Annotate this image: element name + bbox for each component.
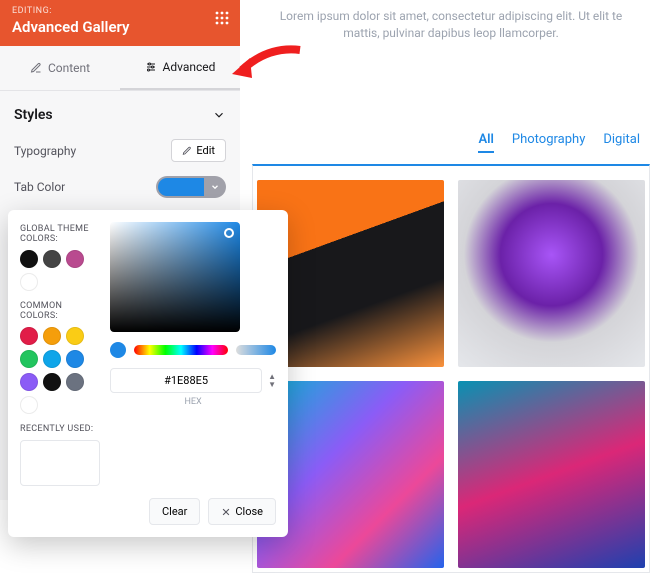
editing-label: EDITING: bbox=[12, 6, 228, 16]
filter-photography[interactable]: Photography bbox=[512, 132, 585, 153]
alpha-slider[interactable] bbox=[236, 345, 276, 355]
color-picker-popover: GLOBAL THEME COLORS: COMMON COLORS: RECE… bbox=[8, 210, 288, 537]
hex-input[interactable] bbox=[110, 368, 262, 393]
color-dot[interactable] bbox=[20, 396, 38, 414]
color-dot[interactable] bbox=[66, 327, 84, 345]
color-dot[interactable] bbox=[43, 250, 61, 268]
common-colors-label: COMMON COLORS: bbox=[20, 301, 100, 321]
tab-color-row: Tab Color bbox=[14, 176, 226, 198]
pencil-icon bbox=[182, 146, 192, 156]
close-label: Close bbox=[235, 505, 263, 518]
module-title: Advanced Gallery bbox=[12, 18, 228, 36]
color-dot[interactable] bbox=[20, 373, 38, 391]
color-dot[interactable] bbox=[43, 373, 61, 391]
sidebar-tabs: Content Advanced bbox=[0, 46, 240, 91]
color-dot[interactable] bbox=[66, 373, 84, 391]
sliders-icon bbox=[145, 61, 157, 73]
tab-advanced[interactable]: Advanced bbox=[120, 46, 240, 90]
styles-section: Styles Typography Edit Tab Color bbox=[0, 91, 240, 228]
chevron-down-icon bbox=[212, 108, 226, 122]
hex-stepper[interactable]: ▲▼ bbox=[268, 373, 276, 389]
module-header: EDITING: Advanced Gallery bbox=[0, 0, 240, 46]
color-dot[interactable] bbox=[66, 250, 84, 268]
global-colors bbox=[20, 250, 100, 291]
filter-all[interactable]: All bbox=[478, 132, 493, 153]
filter-digital[interactable]: Digital bbox=[603, 132, 640, 153]
global-colors-label: GLOBAL THEME COLORS: bbox=[20, 224, 100, 244]
lorem-text: Lorem ipsum dolor sit amet, consectetur … bbox=[252, 0, 650, 50]
clear-button[interactable]: Clear bbox=[149, 498, 200, 525]
tab-color-label: Tab Color bbox=[14, 180, 65, 194]
tab-content[interactable]: Content bbox=[0, 46, 120, 90]
current-color-dot bbox=[110, 342, 126, 358]
typography-edit-button[interactable]: Edit bbox=[171, 139, 226, 162]
saturation-picker[interactable] bbox=[110, 222, 240, 332]
color-dot[interactable] bbox=[20, 273, 38, 291]
styles-title[interactable]: Styles bbox=[14, 107, 226, 123]
close-icon bbox=[221, 507, 231, 517]
tab-content-label: Content bbox=[48, 61, 90, 75]
color-dot[interactable] bbox=[20, 327, 38, 345]
preview-pane: Lorem ipsum dolor sit amet, consectetur … bbox=[240, 0, 662, 500]
clear-label: Clear bbox=[162, 505, 187, 518]
color-dot[interactable] bbox=[20, 350, 38, 368]
gallery-thumb[interactable] bbox=[458, 180, 645, 367]
swatch-color bbox=[156, 176, 204, 198]
tab-advanced-label: Advanced bbox=[163, 60, 216, 74]
typography-label: Typography bbox=[14, 144, 76, 158]
swatch-caret bbox=[204, 176, 226, 198]
gallery-module: All Photography Digital bbox=[252, 120, 650, 573]
pencil-icon bbox=[30, 62, 42, 74]
styles-title-text: Styles bbox=[14, 107, 53, 123]
color-dot[interactable] bbox=[43, 327, 61, 345]
drag-grid-icon[interactable] bbox=[214, 10, 230, 26]
color-dot[interactable] bbox=[43, 350, 61, 368]
recent-colors-box bbox=[20, 440, 100, 486]
color-dot[interactable] bbox=[66, 350, 84, 368]
recent-colors-label: RECENTLY USED: bbox=[20, 424, 100, 434]
gallery-thumb[interactable] bbox=[458, 381, 645, 568]
typography-row: Typography Edit bbox=[14, 139, 226, 162]
common-colors bbox=[20, 327, 100, 414]
tab-color-swatch[interactable] bbox=[156, 176, 226, 198]
gallery-grid bbox=[252, 164, 650, 573]
color-dot[interactable] bbox=[20, 250, 38, 268]
hue-slider[interactable] bbox=[134, 345, 228, 355]
hex-label: HEX bbox=[110, 397, 276, 407]
close-button[interactable]: Close bbox=[208, 498, 276, 525]
edit-label: Edit bbox=[196, 144, 215, 157]
filter-tabs: All Photography Digital bbox=[252, 120, 650, 165]
saturation-handle[interactable] bbox=[224, 228, 234, 238]
